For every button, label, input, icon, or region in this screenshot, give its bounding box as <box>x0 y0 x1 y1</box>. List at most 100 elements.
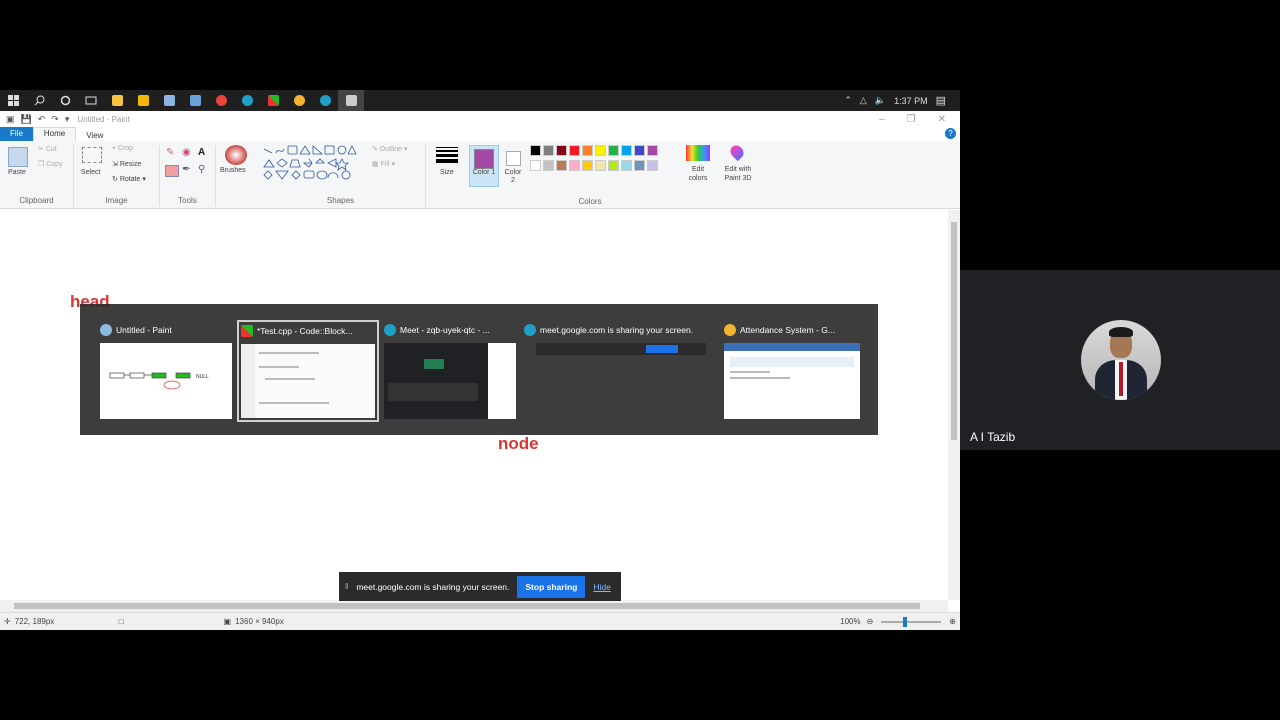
palette-swatch[interactable] <box>634 145 645 156</box>
tab-view[interactable]: View <box>76 130 113 141</box>
palette-swatch[interactable] <box>608 145 619 156</box>
switcher-window-codeblocks[interactable]: *Test.cpp - Code::Block... <box>237 320 379 422</box>
horizontal-scrollbar[interactable] <box>0 600 948 612</box>
copy-button[interactable]: ❐ Copy <box>38 160 63 168</box>
cut-button[interactable]: ✂ Cut <box>38 145 57 153</box>
palette-swatch[interactable] <box>621 145 632 156</box>
volume-icon[interactable]: 🔈 <box>875 95 886 106</box>
switcher-window-share-banner[interactable]: meet.google.com is sharing your screen. <box>522 321 712 421</box>
app-icon[interactable] <box>182 90 208 111</box>
select-icon[interactable] <box>82 147 102 163</box>
codeblocks-app-icon <box>241 325 253 337</box>
redo-icon[interactable]: ↷ <box>51 114 59 125</box>
sticky-folder-icon[interactable] <box>130 90 156 111</box>
switcher-title: Meet - zqb-uyek-qtc - ... <box>400 325 490 335</box>
paste-icon[interactable] <box>8 147 28 167</box>
brushes-button[interactable]: Brushes <box>220 167 246 174</box>
edit-paint3d-button[interactable]: Edit with Paint 3D <box>718 165 758 183</box>
fill-dropdown[interactable]: ▦ Fill ▾ <box>372 160 395 168</box>
palette-swatch[interactable] <box>543 160 554 171</box>
task-view-icon[interactable] <box>78 90 104 111</box>
palette-swatch[interactable] <box>595 145 606 156</box>
palette-swatch[interactable] <box>556 160 567 171</box>
notifications-icon[interactable]: ▤ <box>936 94 946 107</box>
paste-button[interactable]: Paste <box>8 169 26 176</box>
palette-swatch[interactable] <box>647 145 658 156</box>
close-icon[interactable]: ✕ <box>938 114 946 125</box>
zoom-slider[interactable] <box>881 616 942 627</box>
size-button[interactable]: Size <box>440 169 454 176</box>
magnifier-icon[interactable]: ⚲ <box>198 164 205 175</box>
zoom-in-icon[interactable]: ⊕ <box>949 617 956 626</box>
chrome-icon[interactable] <box>208 90 234 111</box>
switcher-window-attendance[interactable]: Attendance System - G... <box>722 321 862 421</box>
palette-swatch[interactable] <box>569 160 580 171</box>
file-explorer-icon[interactable] <box>104 90 130 111</box>
switcher-window-meet[interactable]: Meet - zqb-uyek-qtc - ... <box>382 321 518 421</box>
pencil-icon[interactable]: ✎ <box>166 147 174 158</box>
brush-icon[interactable] <box>225 145 247 165</box>
rotate-button[interactable]: ↻ Rotate ▾ <box>112 175 146 183</box>
maximize-icon[interactable]: ❐ <box>907 114 916 125</box>
edge-icon[interactable] <box>234 90 260 111</box>
window-preview <box>536 343 706 355</box>
palette-swatch[interactable] <box>582 160 593 171</box>
codeblocks-icon[interactable] <box>260 90 286 111</box>
crop-button[interactable]: ⌖ Crop <box>112 145 133 153</box>
clock[interactable]: 1:37 PM <box>894 96 928 106</box>
tab-file[interactable]: File <box>0 127 33 141</box>
zoom-out-icon[interactable]: ⊖ <box>867 617 874 626</box>
window-preview: NULL <box>100 343 232 419</box>
palette-swatch[interactable] <box>556 145 567 156</box>
text-tool-icon[interactable]: A <box>198 147 205 158</box>
color2-button[interactable]: Color 2 <box>502 145 524 187</box>
eraser-icon[interactable] <box>165 165 179 177</box>
drag-handle-icon[interactable]: ‖ <box>345 582 348 591</box>
select-button[interactable]: Select <box>81 169 100 176</box>
undo-icon[interactable]: ↶ <box>38 114 46 125</box>
edit-colors-button[interactable]: Edit colors <box>682 165 714 183</box>
shapes-label: Shapes <box>326 196 355 205</box>
paint-icon[interactable] <box>338 90 364 111</box>
system-tray: ⌃ △ 🔈 1:37 PM ▤ <box>844 94 960 107</box>
palette-swatch[interactable] <box>647 160 658 171</box>
palette-swatch[interactable] <box>634 160 645 171</box>
edge-icon-2[interactable] <box>312 90 338 111</box>
search-icon[interactable] <box>26 90 52 111</box>
vertical-scrollbar[interactable] <box>948 210 960 600</box>
network-icon[interactable]: △ <box>860 95 867 106</box>
chrome-icon-2[interactable] <box>286 90 312 111</box>
shapes-gallery[interactable] <box>262 145 362 181</box>
palette-swatch[interactable] <box>530 160 541 171</box>
windows-start-icon[interactable] <box>0 90 26 111</box>
color1-button[interactable]: Color 1 <box>469 145 499 187</box>
canvas-text-node: node <box>498 434 539 453</box>
palette-swatch[interactable] <box>608 160 619 171</box>
paint3d-icon[interactable] <box>727 142 747 162</box>
minimize-icon[interactable]: – <box>879 114 885 125</box>
notepad-icon[interactable] <box>156 90 182 111</box>
palette-swatch[interactable] <box>582 145 593 156</box>
resize-button[interactable]: ⇲ Resize <box>112 160 141 168</box>
chevron-up-icon[interactable]: ⌃ <box>844 95 852 106</box>
stop-sharing-button[interactable]: Stop sharing <box>517 575 586 598</box>
help-icon[interactable]: ? <box>945 128 956 139</box>
outline-dropdown[interactable]: ✎ Outline ▾ <box>372 145 407 153</box>
canvas-size: 1360 × 940px <box>235 617 284 626</box>
tab-home[interactable]: Home <box>32 127 77 141</box>
save-icon[interactable]: 💾 <box>21 114 32 125</box>
palette-swatch[interactable] <box>621 160 632 171</box>
hide-link[interactable]: Hide <box>593 582 610 592</box>
size-icon[interactable] <box>436 147 458 163</box>
switcher-title: Attendance System - G... <box>740 325 835 335</box>
customize-dropdown-icon[interactable]: ▾ <box>65 114 70 125</box>
color-picker-icon[interactable]: ✒ <box>182 164 190 175</box>
palette-swatch[interactable] <box>569 145 580 156</box>
edit-colors-icon[interactable] <box>686 145 710 161</box>
palette-swatch[interactable] <box>530 145 541 156</box>
palette-swatch[interactable] <box>543 145 554 156</box>
fill-bucket-icon[interactable]: ◉ <box>182 147 191 158</box>
switcher-window-paint[interactable]: Untitled - Paint NULL <box>98 321 234 421</box>
palette-swatch[interactable] <box>595 160 606 171</box>
cortana-icon[interactable] <box>52 90 78 111</box>
